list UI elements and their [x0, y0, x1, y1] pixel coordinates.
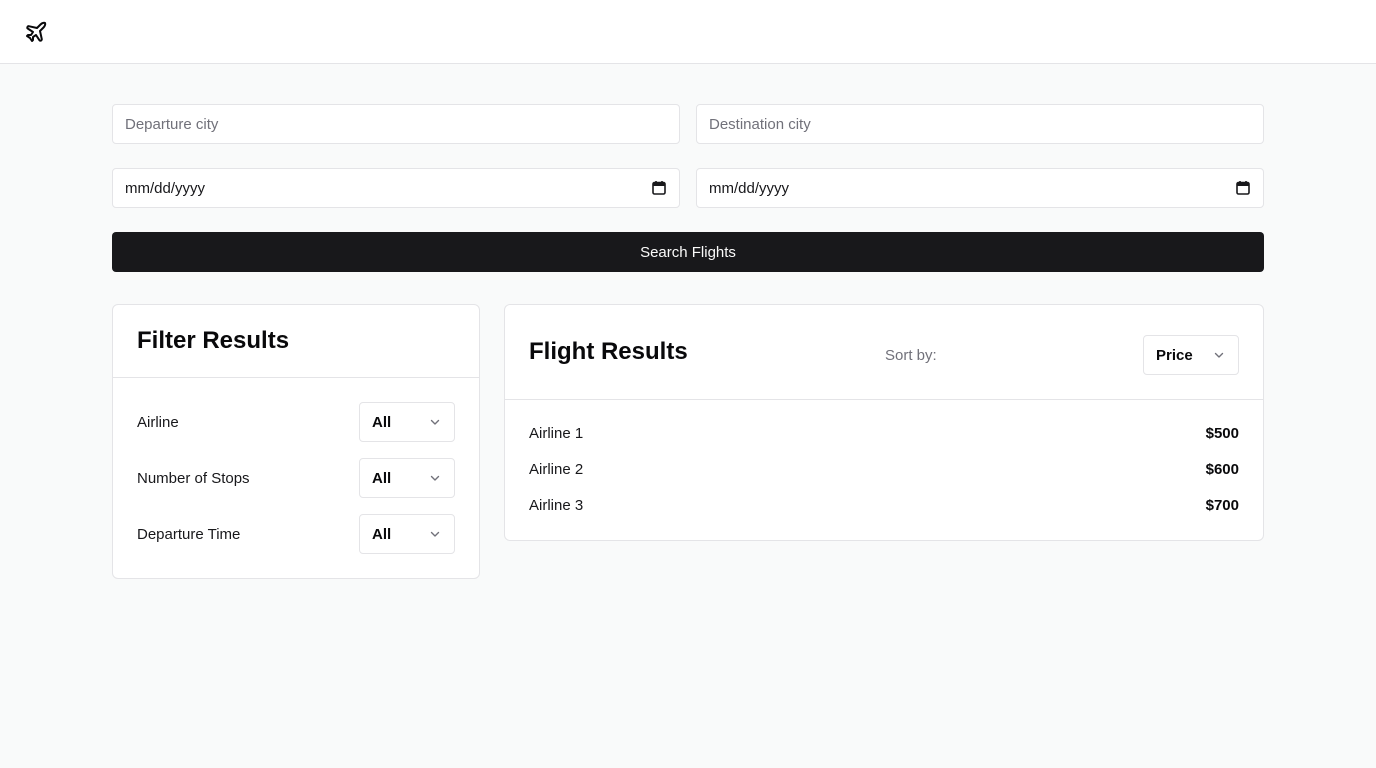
result-row[interactable]: Airline 2 $600: [529, 461, 1239, 481]
airline-select[interactable]: All: [359, 402, 455, 442]
filter-label-stops: Number of Stops: [137, 470, 250, 487]
destination-city-field[interactable]: [696, 104, 1264, 144]
search-flights-button[interactable]: Search Flights: [112, 232, 1264, 272]
result-row[interactable]: Airline 3 $700: [529, 497, 1239, 517]
chevron-down-icon: [428, 415, 442, 429]
sort-by-label: Sort by:: [885, 347, 937, 364]
result-row[interactable]: Airline 1 $500: [529, 425, 1239, 445]
chevron-down-icon: [1212, 348, 1226, 362]
calendar-icon[interactable]: [1235, 180, 1251, 196]
flight-results-title: Flight Results: [529, 338, 688, 365]
top-bar: [0, 0, 1376, 64]
result-price: $600: [1205, 461, 1239, 478]
filter-label-departure-time: Departure Time: [137, 526, 241, 543]
airline-select-value: All: [372, 413, 392, 431]
sort-select[interactable]: Price: [1143, 335, 1239, 375]
destination-city-input[interactable]: [709, 115, 1251, 133]
calendar-icon[interactable]: [651, 180, 667, 196]
divider: [113, 377, 479, 378]
departure-city-field[interactable]: [112, 104, 680, 144]
result-airline: Airline 1: [529, 425, 584, 442]
result-airline: Airline 2: [529, 461, 584, 478]
departure-time-select-value: All: [372, 525, 392, 543]
return-date-input[interactable]: mm/dd/yyyy: [696, 168, 1264, 208]
result-price: $700: [1205, 497, 1239, 514]
result-airline: Airline 3: [529, 497, 584, 514]
filter-label-airline: Airline: [137, 414, 179, 431]
flight-results-card: Flight Results Sort by: Price Airline 1 …: [504, 304, 1264, 541]
stops-select-value: All: [372, 469, 392, 487]
result-price: $500: [1205, 425, 1239, 442]
departure-date-value: mm/dd/yyyy: [125, 179, 206, 197]
chevron-down-icon: [428, 471, 442, 485]
chevron-down-icon: [428, 527, 442, 541]
departure-time-select[interactable]: All: [359, 514, 455, 554]
plane-icon[interactable]: [24, 20, 48, 44]
filter-results-title: Filter Results: [137, 327, 290, 354]
filter-results-card: Filter Results Airline All Number of Sto…: [112, 304, 480, 579]
departure-date-input[interactable]: mm/dd/yyyy: [112, 168, 680, 208]
divider: [505, 399, 1263, 400]
stops-select[interactable]: All: [359, 458, 455, 498]
return-date-value: mm/dd/yyyy: [709, 179, 790, 197]
sort-select-value: Price: [1156, 346, 1193, 364]
departure-city-input[interactable]: [125, 115, 667, 133]
